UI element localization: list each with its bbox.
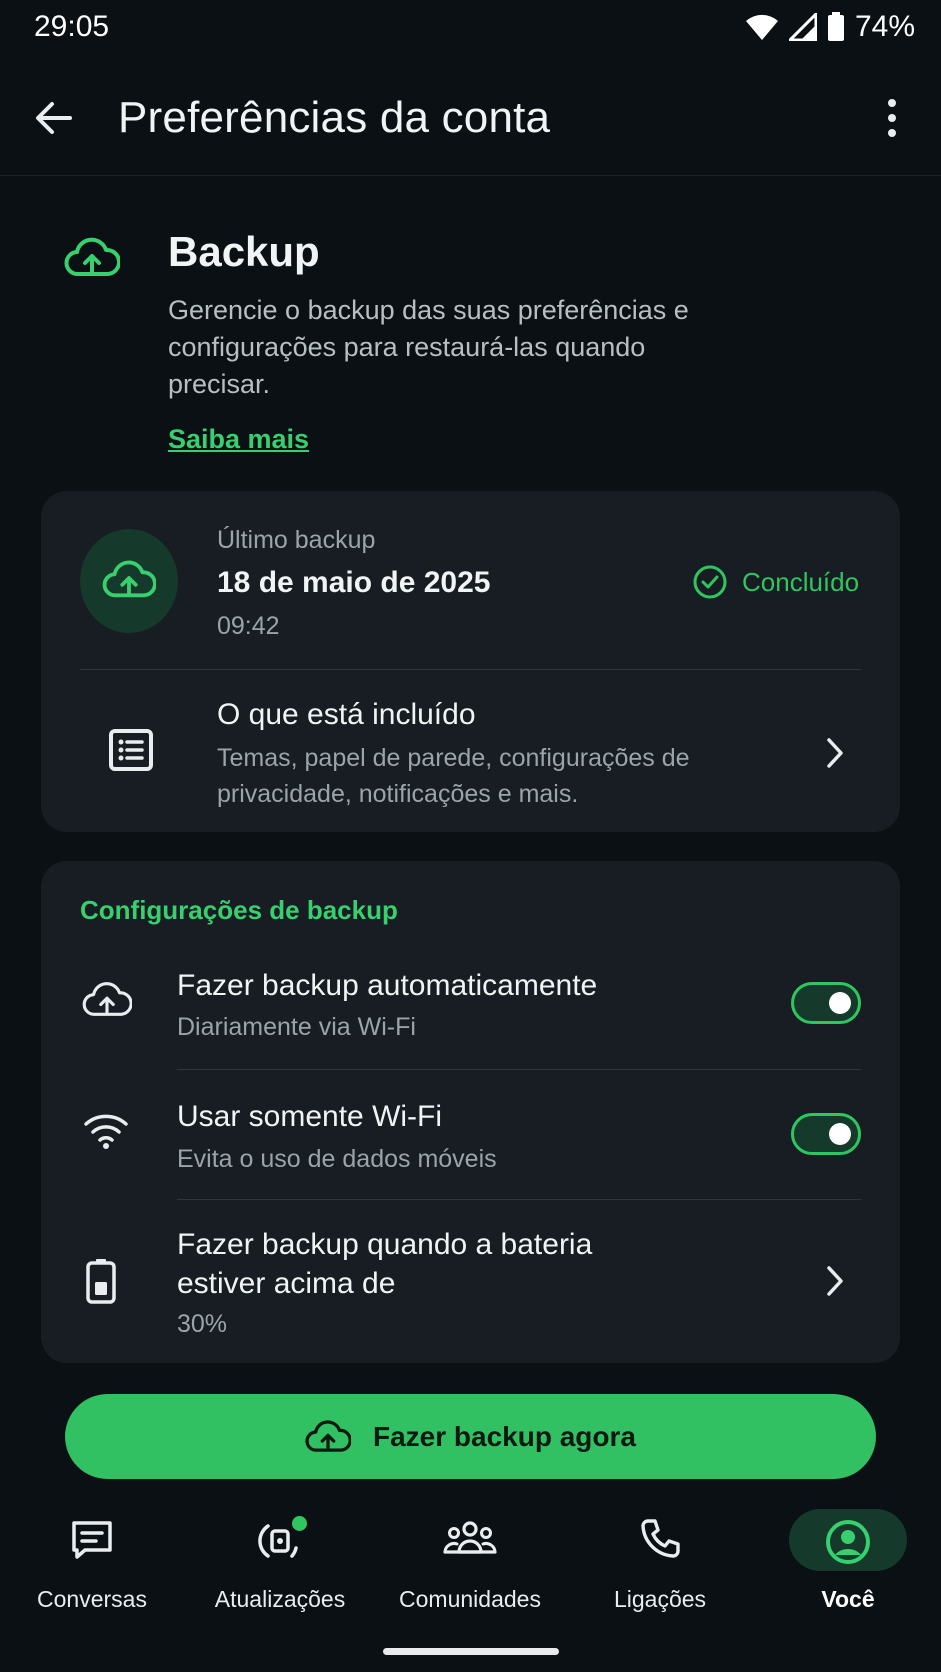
nav-label: Conversas	[37, 1586, 147, 1612]
phone-icon	[639, 1518, 681, 1560]
arrow-left-icon[interactable]	[34, 98, 74, 138]
status-icons: 74%	[745, 10, 915, 44]
wifi-icon	[82, 1110, 134, 1162]
battery-percent: 74%	[854, 10, 915, 43]
cloud-upload-icon	[82, 978, 134, 1030]
nav-item-calls[interactable]: Ligações	[566, 1504, 754, 1622]
more-vert-icon[interactable]	[880, 98, 904, 138]
backup-now-label: Fazer backup agora	[373, 1420, 636, 1452]
wifi-only-subtitle: Evita o uso de dados móveis	[177, 1145, 497, 1173]
wifi-only-title: Usar somente Wi-Fi	[177, 1100, 443, 1133]
nav-label: Você	[821, 1586, 875, 1612]
nav-item-you[interactable]: Você	[754, 1504, 941, 1622]
battery-icon	[827, 12, 845, 42]
whats-included-description: Temas, papel de parede, configurações de…	[217, 744, 690, 808]
intro-description: Gerencie o backup das suas preferências …	[168, 295, 689, 399]
learn-more-link[interactable]: Saiba mais	[168, 424, 309, 455]
nav-item-updates[interactable]: Atualizações	[186, 1504, 374, 1622]
auto-backup-toggle[interactable]	[791, 982, 861, 1024]
toggle-knob	[829, 1123, 851, 1145]
nav-label: Atualizações	[214, 1586, 346, 1612]
cloud-upload-icon	[305, 1417, 351, 1457]
chats-icon	[69, 1518, 115, 1562]
toggle-knob	[829, 992, 851, 1014]
nav-item-chats[interactable]: Conversas	[0, 1504, 186, 1622]
backup-now-button[interactable]: Fazer backup agora	[65, 1394, 876, 1479]
nav-label: Comunidades	[399, 1586, 541, 1612]
auto-backup-subtitle: Diariamente via Wi-Fi	[177, 1013, 416, 1041]
page-title: Preferências da conta	[118, 93, 551, 142]
check-circle-icon	[692, 564, 728, 600]
wifi-icon	[745, 13, 779, 41]
chevron-right-icon	[824, 1264, 846, 1298]
battery-icon	[86, 1258, 130, 1306]
status-time: 29:05	[34, 10, 110, 43]
nav-label: Ligações	[613, 1586, 707, 1612]
status-text: Concluído	[742, 566, 860, 597]
bottom-nav: Conversas Atualizações Comunidades Ligaç…	[0, 1504, 941, 1634]
wifi-only-toggle[interactable]	[791, 1113, 861, 1155]
signal-icon	[788, 13, 817, 41]
battery-threshold-title: Fazer backup quando a bateria estiver ac…	[177, 1228, 593, 1300]
auto-backup-title: Fazer backup automaticamente	[177, 969, 598, 1002]
status-badge: Concluído	[692, 564, 859, 600]
cloud-upload-icon	[102, 560, 156, 598]
communities-icon	[442, 1518, 498, 1558]
cloud-upload-icon	[64, 234, 120, 282]
backup-status-avatar	[80, 529, 178, 633]
list-doc-icon	[108, 728, 154, 772]
backup-settings-heading: Configurações de backup	[80, 895, 398, 925]
chevron-right-icon	[824, 736, 846, 770]
gesture-bar	[383, 1648, 559, 1655]
section-heading: Backup	[168, 228, 320, 275]
divider	[177, 1069, 861, 1070]
nav-item-communities[interactable]: Comunidades	[376, 1504, 564, 1622]
unread-dot	[292, 1516, 307, 1531]
whats-included-title: O que está incluído	[217, 698, 476, 731]
profile-icon	[824, 1518, 872, 1566]
battery-threshold-value: 30%	[177, 1310, 228, 1338]
last-backup-time: 09:42	[217, 612, 280, 640]
last-backup-date: 18 de maio de 2025	[217, 566, 491, 599]
last-backup-label: Último backup	[217, 526, 376, 554]
